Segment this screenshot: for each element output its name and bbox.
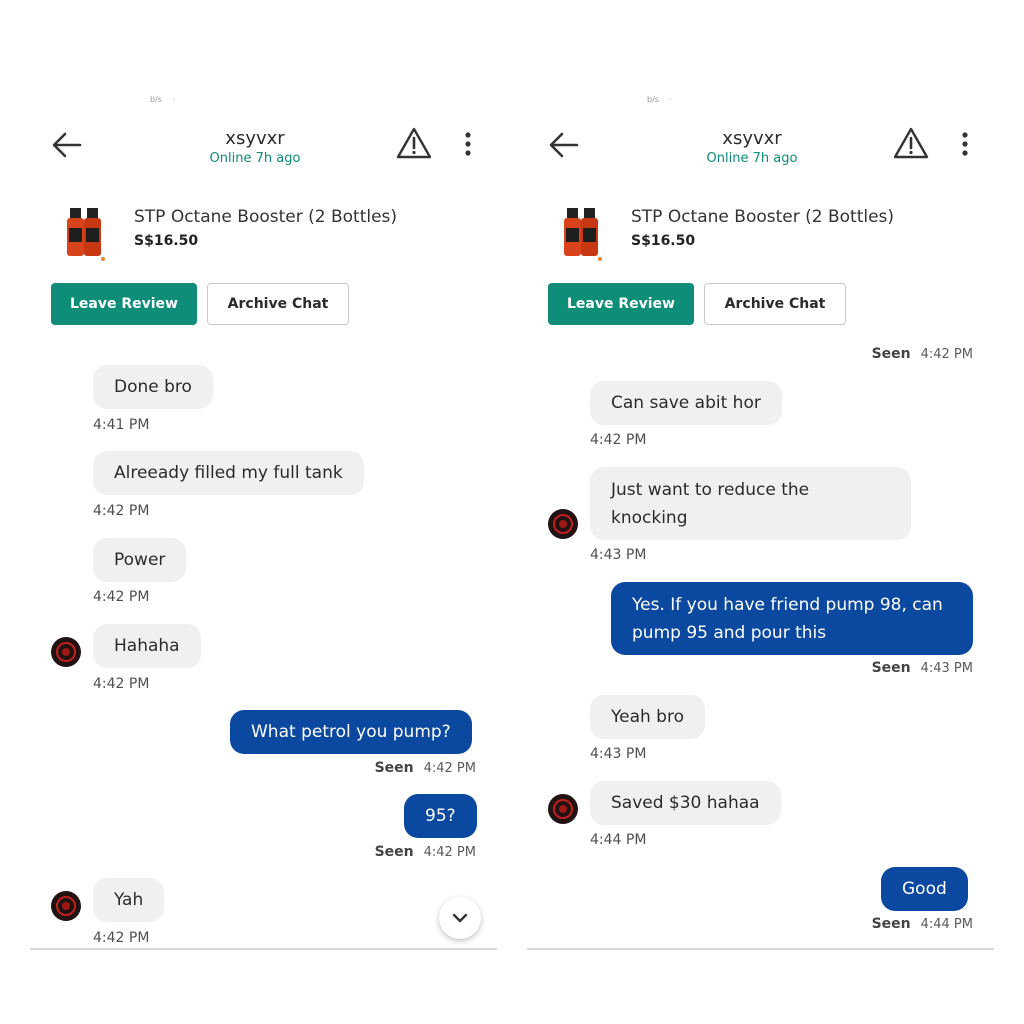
online-status: Online 7h ago (706, 151, 798, 166)
message-bubble-outgoing[interactable]: Good (881, 867, 968, 911)
message-time: 4:42 PM (423, 761, 476, 776)
clipped-top-text: b/s · (150, 95, 175, 104)
message-time: 4:44 PM (590, 832, 647, 848)
input-divider (527, 948, 994, 950)
avatar[interactable] (51, 891, 81, 921)
arrow-left-icon[interactable] (50, 128, 84, 162)
more-vertical-icon[interactable] (458, 130, 478, 158)
arrow-left-icon[interactable] (547, 128, 581, 162)
message-time: 4:41 PM (93, 417, 150, 433)
seen-receipt: Seen 4:43 PM (872, 660, 973, 676)
seen-label: Seen (871, 346, 911, 362)
avatar[interactable] (51, 637, 81, 667)
message-bubble-incoming[interactable]: Yah (93, 878, 165, 922)
message-bubble-incoming[interactable]: Yeah bro (590, 695, 705, 739)
seen-receipt: Seen 4:44 PM (872, 916, 973, 932)
message-bubble-incoming[interactable]: Done bro (93, 365, 213, 409)
clipped-receipt-area: Seen 4:42 PM (527, 340, 997, 362)
message-time: 4:43 PM (920, 661, 973, 676)
seen-receipt: Seen 4:42 PM (375, 844, 476, 860)
seen-label: Seen (871, 660, 911, 676)
message-bubble-outgoing[interactable]: 95? (404, 794, 477, 838)
message-time: 4:42 PM (93, 589, 150, 605)
warning-triangle-icon[interactable] (893, 126, 929, 160)
message-time: 4:43 PM (590, 746, 647, 762)
chat-panel-right: b/s · xsyvxr Online 7h ago STP Octane Bo… (527, 0, 997, 1024)
product-price: S$16.50 (134, 233, 199, 249)
archive-chat-button[interactable]: Archive Chat (704, 283, 846, 325)
archive-chat-button[interactable]: Archive Chat (207, 283, 349, 325)
input-divider (30, 948, 497, 950)
product-name[interactable]: STP Octane Booster (2 Bottles) (134, 207, 397, 227)
contact-name[interactable]: xsyvxr (150, 128, 360, 149)
message-time: 4:42 PM (93, 676, 150, 692)
avatar[interactable] (548, 509, 578, 539)
avatar[interactable] (548, 794, 578, 824)
message-bubble-incoming[interactable]: Alreeady filled my full tank (93, 451, 364, 495)
product-name[interactable]: STP Octane Booster (2 Bottles) (631, 207, 894, 227)
message-time: 4:42 PM (93, 503, 150, 519)
message-bubble-outgoing[interactable]: What petrol you pump? (230, 710, 472, 754)
message-time: 4:43 PM (590, 547, 647, 563)
message-bubble-incoming[interactable]: Just want to reduce the knocking (590, 467, 911, 540)
message-time: 4:42 PM (93, 930, 150, 946)
message-bubble-incoming[interactable]: Power (93, 538, 187, 582)
seen-receipt: Seen 4:42 PM (375, 760, 476, 776)
leave-review-button[interactable]: Leave Review (548, 283, 694, 325)
seen-label: Seen (374, 844, 414, 860)
seen-label: Seen (871, 916, 911, 932)
online-status: Online 7h ago (209, 151, 301, 166)
scroll-to-bottom-button[interactable] (439, 897, 481, 939)
message-bubble-incoming[interactable]: Saved $30 hahaa (590, 781, 781, 825)
chevron-down-icon (452, 913, 468, 923)
more-vertical-icon[interactable] (955, 130, 975, 158)
chat-panel-left: b/s · xsyvxr Online 7h ago STP Octane Bo… (30, 0, 500, 1024)
product-price: S$16.50 (631, 233, 696, 249)
product-thumbnail[interactable] (557, 198, 607, 264)
message-bubble-incoming[interactable]: Can save abit hor (590, 381, 782, 425)
product-thumbnail[interactable] (60, 198, 110, 264)
seen-label: Seen (374, 760, 414, 776)
message-bubble-incoming[interactable]: Hahaha (93, 624, 201, 668)
message-bubble-outgoing[interactable]: Yes. If you have friend pump 98, can pum… (611, 582, 973, 655)
contact-name[interactable]: xsyvxr (647, 128, 857, 149)
message-time: 4:42 PM (920, 347, 973, 362)
message-time: 4:42 PM (423, 845, 476, 860)
warning-triangle-icon[interactable] (396, 126, 432, 160)
seen-receipt: Seen 4:42 PM (872, 346, 973, 362)
message-time: 4:42 PM (590, 432, 647, 448)
clipped-top-text: b/s · (647, 95, 672, 104)
message-time: 4:44 PM (920, 917, 973, 932)
leave-review-button[interactable]: Leave Review (51, 283, 197, 325)
